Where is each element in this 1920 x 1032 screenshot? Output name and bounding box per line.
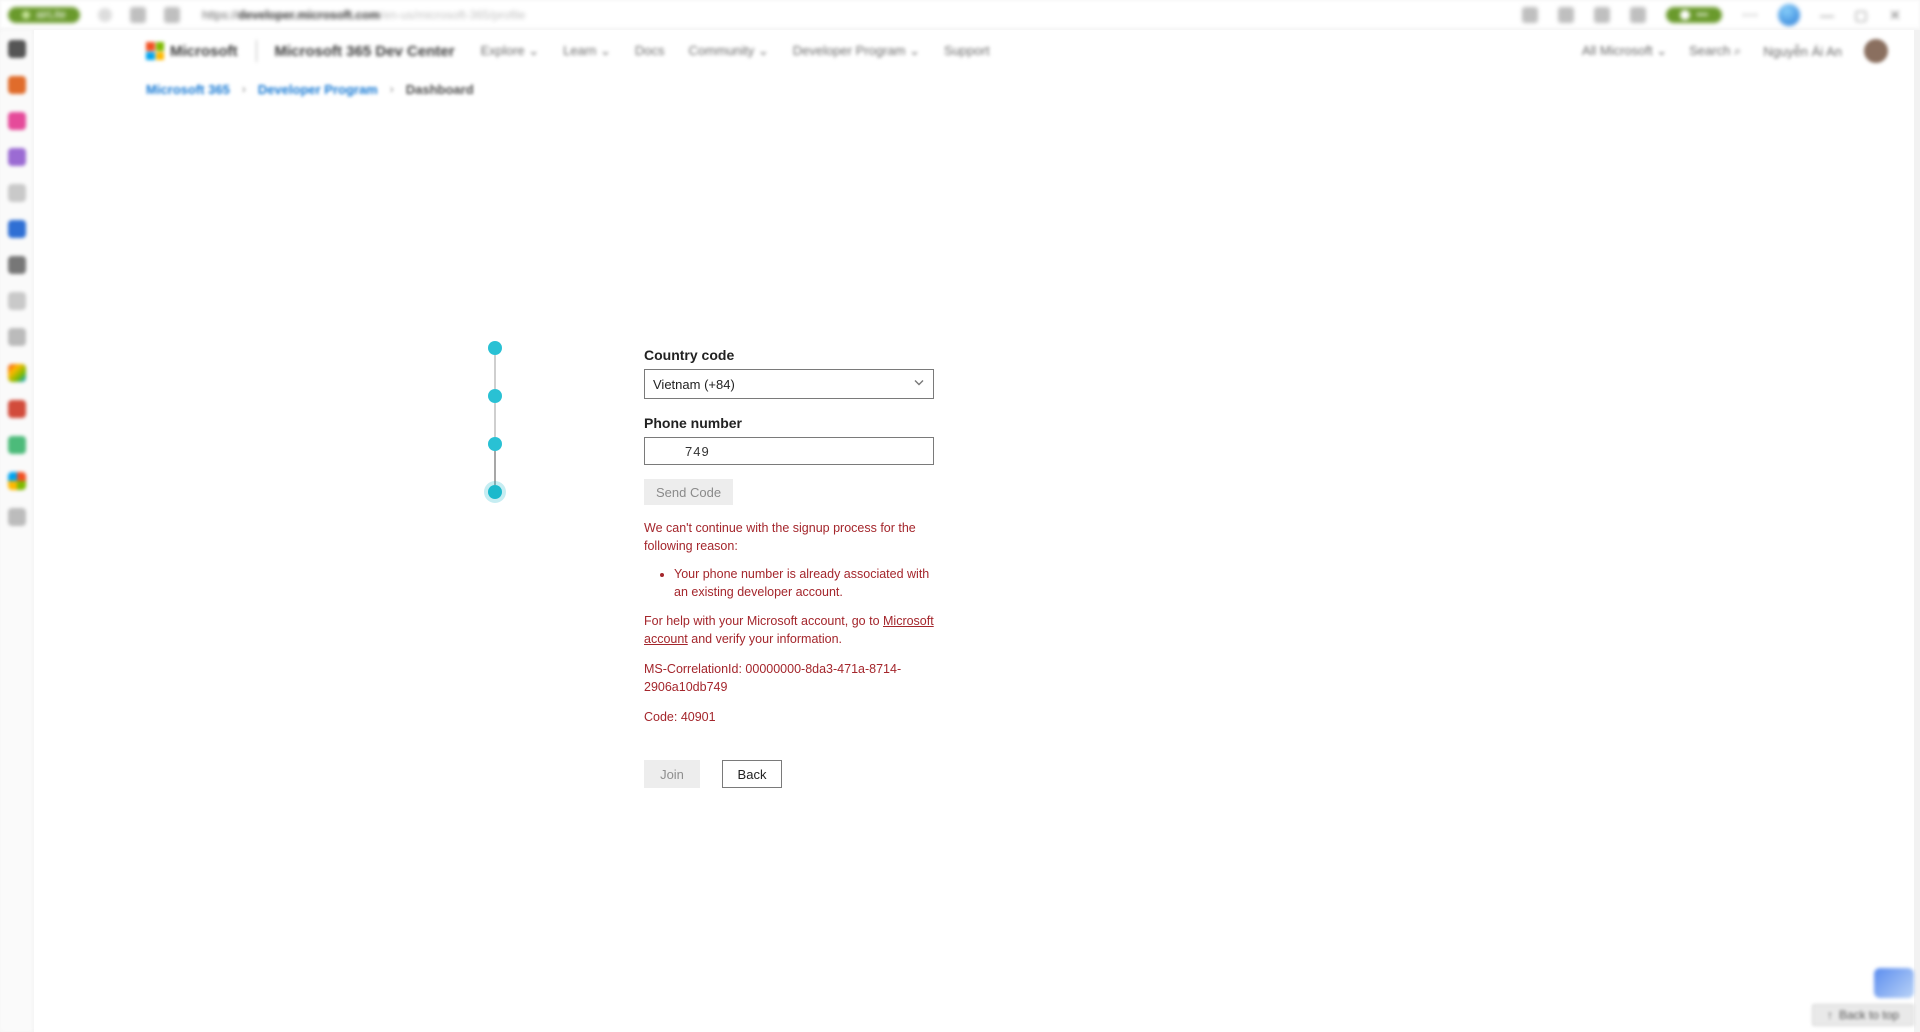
- breadcrumb-link[interactable]: Microsoft 365: [146, 82, 230, 97]
- country-code-label: Country code: [644, 347, 934, 363]
- taskbar-app-icon[interactable]: [8, 112, 26, 130]
- send-code-button: Send Code: [644, 479, 733, 505]
- address-bar[interactable]: https://developer.microsoft.com/en-us/mi…: [202, 8, 525, 22]
- taskbar-app-icon[interactable]: [8, 256, 26, 274]
- breadcrumb: Microsoft 365 › Developer Program › Dash…: [34, 72, 1920, 106]
- form-actions: Join Back: [644, 760, 934, 788]
- taskbar-app-icon[interactable]: [8, 328, 26, 346]
- arrow-up-icon: ↑: [1827, 1008, 1833, 1022]
- os-taskbar: [0, 30, 34, 1032]
- brand-text[interactable]: Microsoft: [170, 43, 238, 60]
- browser-chrome: airLite https://developer.microsoft.com/…: [0, 0, 1920, 30]
- page-body: Microsoft Microsoft 365 Dev Center Explo…: [34, 30, 1920, 1032]
- more-icon[interactable]: ⋯: [1742, 5, 1758, 25]
- breadcrumb-link[interactable]: Developer Program: [258, 82, 378, 97]
- country-code-select[interactable]: Vietnam (+84): [644, 369, 934, 399]
- taskbar-app-icon[interactable]: [8, 400, 26, 418]
- nav-item[interactable]: Developer Program ⌄: [793, 43, 920, 59]
- taskbar-app-icon[interactable]: [8, 40, 26, 58]
- chevron-right-icon: ›: [242, 82, 246, 96]
- signup-form: Country code Vietnam (+84) Phone number …: [644, 347, 934, 788]
- nav-item[interactable]: Community ⌄: [689, 43, 769, 59]
- site-header: Microsoft Microsoft 365 Dev Center Explo…: [34, 30, 1920, 72]
- error-intro: We can't continue with the signup proces…: [644, 519, 934, 555]
- nav-item[interactable]: Support: [944, 43, 990, 59]
- nav-item[interactable]: Docs: [635, 43, 665, 59]
- error-correlation-id: MS-CorrelationId: 00000000-8da3-471a-871…: [644, 660, 934, 696]
- phone-number-label: Phone number: [644, 415, 934, 431]
- taskbar-app-icon[interactable]: [8, 184, 26, 202]
- step-2-icon[interactable]: [488, 389, 502, 403]
- taskbar-app-icon[interactable]: [8, 436, 26, 454]
- step-4-icon[interactable]: [488, 485, 502, 499]
- user-name[interactable]: Nguyễn Ái An: [1763, 44, 1842, 59]
- scrollbar[interactable]: [1914, 30, 1920, 1032]
- primary-nav: Explore ⌄ Learn ⌄ Docs Community ⌄ Devel…: [481, 43, 990, 59]
- taskbar-app-icon[interactable]: [8, 472, 26, 490]
- back-button[interactable]: Back: [722, 760, 782, 788]
- taskbar-app-icon[interactable]: [8, 220, 26, 238]
- recaptcha-badge-icon: [1874, 968, 1914, 998]
- nav-item[interactable]: Learn ⌄: [563, 43, 611, 59]
- account-icon[interactable]: [1630, 7, 1646, 23]
- back-to-top-button[interactable]: ↑ ↑ Back to top Back to top: [1812, 1004, 1914, 1026]
- window-close-icon[interactable]: ✕: [1888, 8, 1902, 22]
- phone-number-input[interactable]: [644, 437, 934, 465]
- reload-icon[interactable]: [164, 7, 180, 23]
- browser-right-pill[interactable]: •••: [1666, 7, 1722, 23]
- breadcrumb-current: Dashboard: [406, 82, 474, 97]
- step-3-icon[interactable]: [488, 437, 502, 451]
- new-tab-icon[interactable]: [130, 7, 146, 23]
- error-bullet: Your phone number is already associated …: [674, 565, 934, 601]
- taskbar-app-icon[interactable]: [8, 76, 26, 94]
- error-help: For help with your Microsoft account, go…: [644, 612, 934, 648]
- extensions-icon[interactable]: [1558, 7, 1574, 23]
- user-avatar-icon[interactable]: [1864, 39, 1888, 63]
- download-icon[interactable]: [1594, 7, 1610, 23]
- taskbar-app-icon[interactable]: [8, 364, 26, 382]
- header-right: All Microsoft ⌄ Search ⌕ Nguyễn Ái An: [1582, 39, 1888, 63]
- window-minimize-icon[interactable]: —: [1820, 8, 1834, 22]
- taskbar-app-icon[interactable]: [8, 148, 26, 166]
- star-icon[interactable]: [1522, 7, 1538, 23]
- divider: [256, 40, 257, 62]
- browser-left-pill: airLite: [8, 7, 80, 23]
- profile-avatar-icon[interactable]: [1778, 4, 1800, 26]
- search-icon[interactable]: Search ⌕: [1689, 43, 1741, 59]
- error-code: Code: 40901: [644, 708, 934, 726]
- chevron-right-icon: ›: [390, 82, 394, 96]
- chevron-down-icon: [913, 377, 925, 392]
- error-block: We can't continue with the signup proces…: [644, 519, 934, 726]
- country-code-value: Vietnam (+84): [653, 377, 735, 392]
- all-microsoft-menu[interactable]: All Microsoft ⌄: [1582, 43, 1667, 59]
- site-title[interactable]: Microsoft 365 Dev Center: [275, 43, 455, 60]
- window-maximize-icon[interactable]: ▢: [1854, 8, 1868, 22]
- taskbar-app-icon[interactable]: [8, 508, 26, 526]
- join-button: Join: [644, 760, 700, 788]
- nav-item[interactable]: Explore ⌄: [481, 43, 540, 59]
- taskbar-app-icon[interactable]: [8, 292, 26, 310]
- step-1-icon[interactable]: [488, 341, 502, 355]
- microsoft-logo-icon[interactable]: [146, 42, 164, 60]
- tab-close-icon[interactable]: [98, 8, 112, 22]
